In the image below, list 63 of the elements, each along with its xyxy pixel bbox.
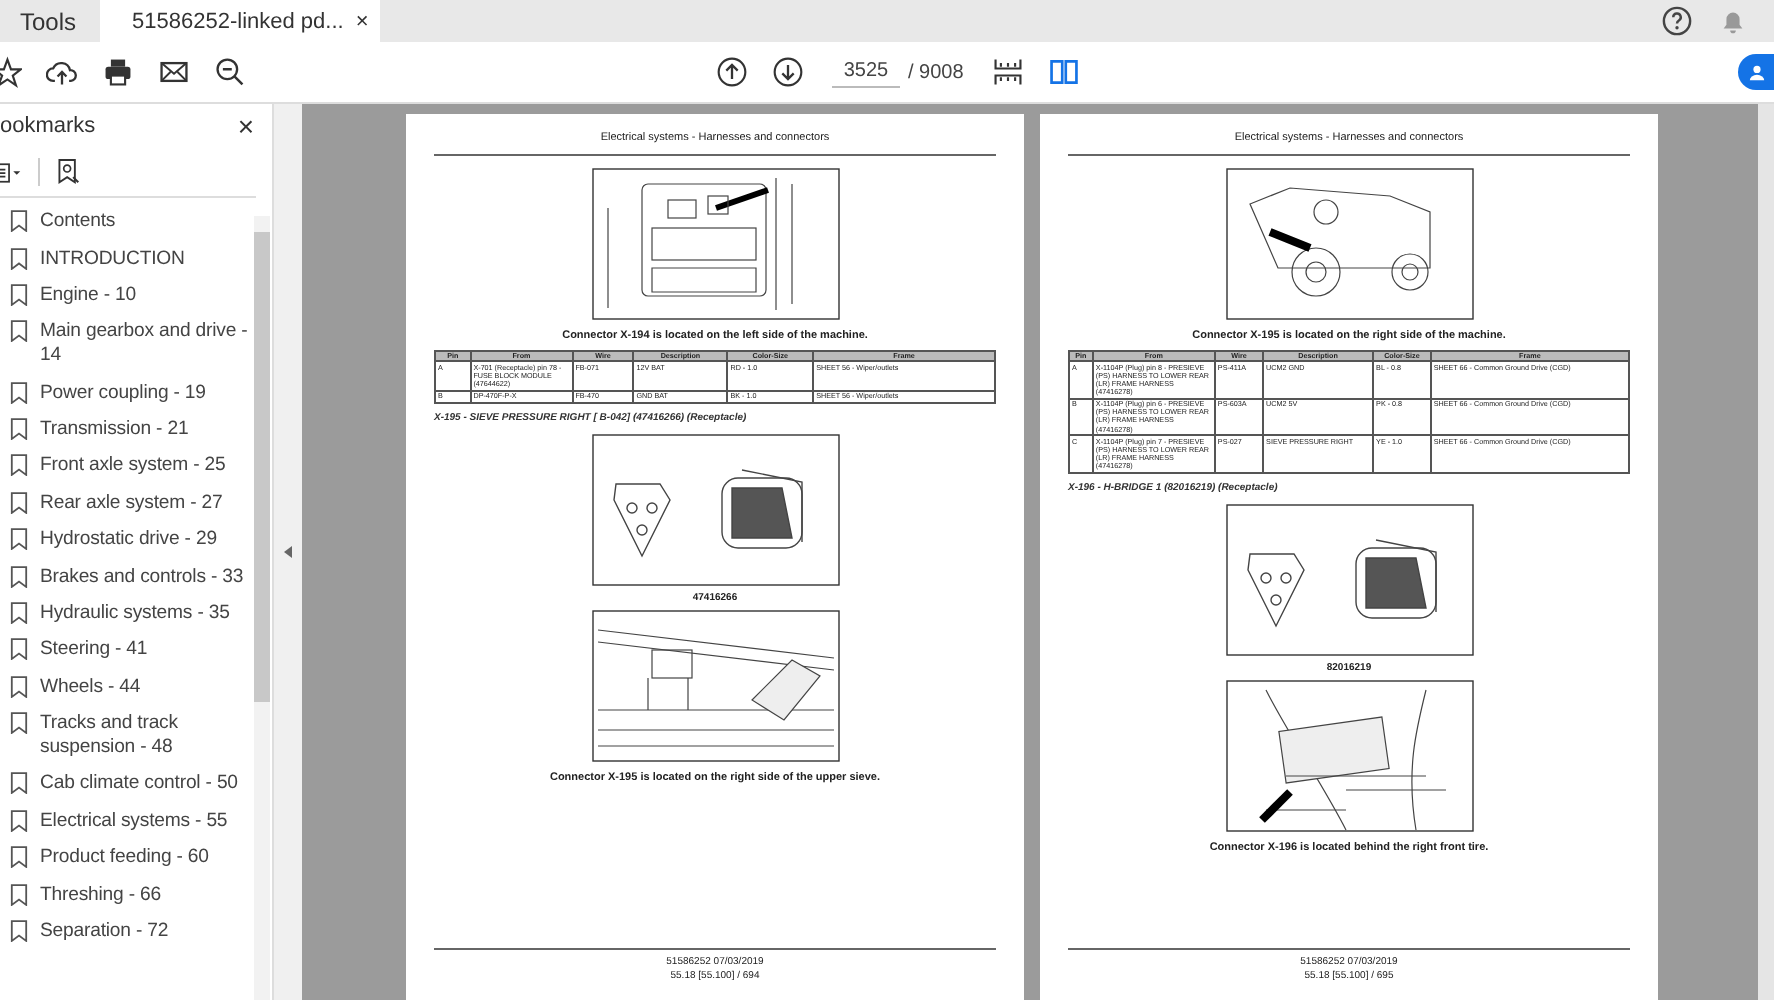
collapse-arrow-icon[interactable] — [284, 546, 292, 558]
bookmark-icon — [10, 565, 28, 588]
next-page-icon[interactable] — [772, 56, 804, 88]
bookmark-icon — [10, 320, 28, 343]
two-page-view-icon[interactable] — [1047, 56, 1080, 88]
bookmark-icon — [10, 846, 28, 869]
cloud-upload-icon[interactable] — [46, 56, 78, 88]
bookmark-item[interactable]: Main gearbox and drive - 14 — [40, 320, 254, 369]
person-icon — [1748, 63, 1766, 81]
bookmark-item[interactable]: Front axle system - 25 — [40, 454, 226, 479]
help-icon[interactable] — [1662, 6, 1692, 36]
bookmarks-title: ookmarks — [0, 114, 96, 138]
bookmark-item[interactable]: INTRODUCTION — [40, 247, 185, 272]
bookmark-item[interactable]: Engine - 10 — [40, 283, 136, 308]
options-menu-icon[interactable] — [0, 161, 22, 183]
bookmark-icon — [10, 919, 28, 942]
bookmark-icon — [10, 381, 28, 404]
bookmark-item[interactable]: Rear axle system - 27 — [40, 491, 223, 516]
fit-page-icon[interactable] — [991, 56, 1024, 88]
page-number-field[interactable]: 3525 — [832, 56, 900, 88]
share-button[interactable] — [1738, 54, 1774, 90]
bookmark-icon — [10, 809, 28, 832]
scrollbar[interactable] — [254, 216, 270, 1000]
bookmark-icon — [10, 454, 28, 477]
star-icon[interactable] — [0, 56, 22, 88]
mail-icon[interactable] — [158, 56, 190, 88]
page-total: / 9008 — [908, 61, 964, 83]
close-panel-button[interactable]: × — [237, 110, 254, 142]
bookmark-item[interactable]: Hydraulic systems - 35 — [40, 601, 230, 626]
bookmark-icon — [10, 418, 28, 441]
bookmark-icon — [10, 883, 28, 906]
tools-tab[interactable]: Tools — [0, 7, 101, 35]
bookmark-item[interactable]: Brakes and controls - 33 — [40, 565, 244, 590]
bookmark-icon — [10, 675, 28, 698]
bookmark-icon — [10, 638, 28, 661]
bookmark-item[interactable]: Power coupling - 19 — [40, 381, 206, 406]
collapse-panel-handle[interactable] — [274, 104, 302, 1000]
bookmark-icon — [10, 712, 28, 735]
bookmark-icon — [10, 210, 28, 233]
close-tab-button[interactable]: × — [355, 9, 369, 33]
bookmark-icon — [10, 528, 28, 551]
bookmark-item[interactable]: Threshing - 66 — [40, 883, 161, 908]
bookmark-icon — [10, 247, 28, 270]
bookmark-item[interactable]: Transmission - 21 — [40, 418, 189, 443]
bookmark-icon — [10, 491, 28, 514]
bookmark-item[interactable]: Separation - 72 — [40, 919, 169, 944]
document-tab[interactable]: 51586252-linked pd... × — [100, 0, 381, 42]
add-bookmark-icon[interactable] — [56, 158, 80, 186]
bookmark-item[interactable]: Contents — [40, 210, 116, 235]
bookmark-item[interactable]: Tracks and track suspension - 48 — [40, 712, 254, 761]
bookmark-icon — [10, 772, 28, 795]
bookmark-item[interactable]: Wheels - 44 — [40, 675, 141, 700]
bookmark-icon — [10, 283, 28, 306]
bookmark-item[interactable]: Hydrostatic drive - 29 — [40, 528, 217, 553]
scrollbar[interactable] — [1758, 104, 1774, 1000]
bookmark-item[interactable]: Cab climate control - 50 — [40, 772, 238, 797]
bookmark-item[interactable]: Steering - 41 — [40, 638, 148, 663]
zoom-out-icon[interactable] — [214, 56, 246, 88]
bookmark-item[interactable]: Electrical systems - 55 — [40, 809, 228, 834]
bookmark-icon — [10, 601, 28, 624]
print-icon[interactable] — [102, 56, 134, 88]
previous-page-icon[interactable] — [716, 56, 748, 88]
bookmark-item[interactable]: Product feeding - 60 — [40, 846, 209, 871]
